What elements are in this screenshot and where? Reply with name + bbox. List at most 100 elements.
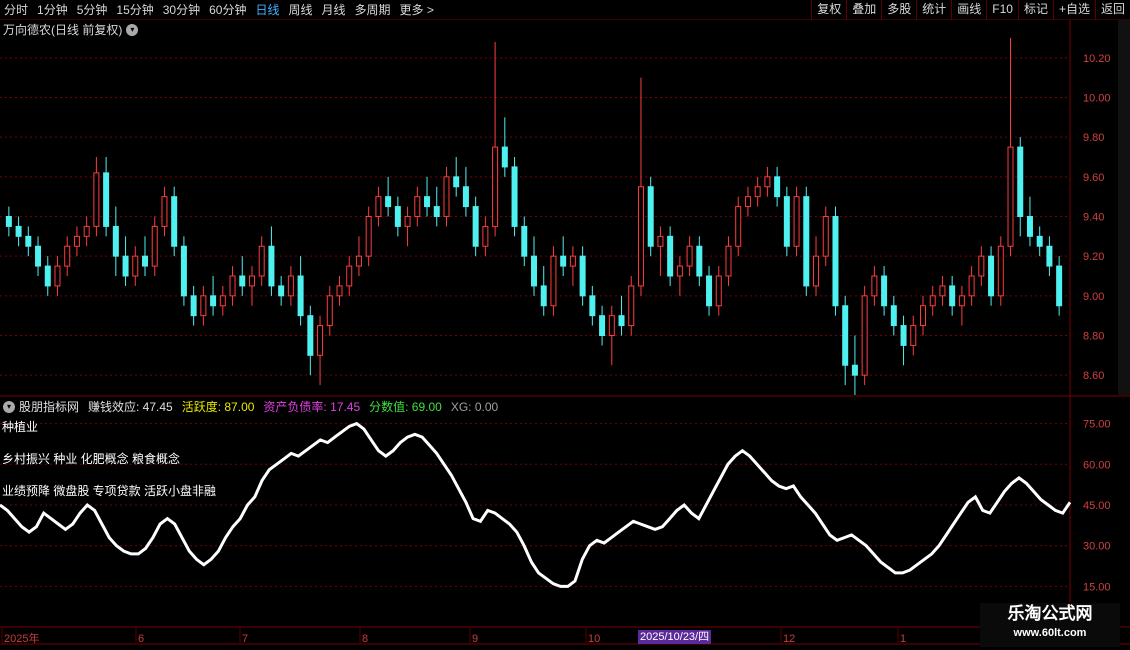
candle-body (735, 206, 742, 247)
candle-body (1046, 245, 1053, 267)
candle-body (472, 206, 479, 247)
candle-body (676, 265, 683, 277)
toolbar-button[interactable]: 标记 (1017, 0, 1053, 20)
candle-body (540, 285, 547, 307)
candle-body (424, 196, 431, 208)
candle-body (803, 196, 810, 287)
candle-body (521, 225, 528, 257)
period-tab[interactable]: 1分钟 (37, 0, 68, 20)
period-tab[interactable]: 周线 (288, 0, 312, 20)
candle-body (910, 325, 917, 346)
period-tab[interactable]: 月线 (322, 0, 346, 20)
watermark-logo: 乐淘公式网 www.60lt.com (980, 603, 1120, 647)
toolbar-button[interactable]: 统计 (916, 0, 951, 20)
stock-title-bar: 万向德农(日线 前复权) ▾ (3, 21, 139, 38)
candle-body (501, 146, 508, 168)
candle-body (180, 245, 187, 297)
indicator-field: 活跃度: 87.00 (181, 400, 255, 414)
period-tab[interactable]: 60分钟 (209, 0, 246, 20)
candle-body (151, 225, 158, 267)
indicator-field: 分数值: 69.00 (369, 400, 442, 414)
candle-body (258, 245, 265, 277)
period-tab[interactable]: 更多 > (400, 0, 434, 20)
candle-body (5, 216, 12, 227)
toolbar-button[interactable]: 返回 (1094, 0, 1130, 20)
candle-body (599, 315, 606, 336)
candle-body (667, 235, 674, 277)
sector-line-1: 种植业 (2, 420, 39, 434)
candle-body (297, 275, 304, 317)
candle-body (842, 305, 849, 366)
candle-body (851, 364, 858, 376)
candle-body (822, 216, 829, 257)
period-tab[interactable]: 多周期 (355, 0, 391, 20)
candle-body (579, 255, 586, 297)
candle-body (83, 225, 90, 237)
candle-body (949, 285, 956, 307)
price-tick-label: 8.80 (1083, 331, 1104, 343)
candle-body (569, 255, 576, 267)
candle-body (25, 235, 32, 247)
candle-body (560, 255, 567, 267)
candle-body (414, 196, 421, 218)
date-tick-label: 8 (362, 633, 368, 645)
indicator-name: 股朋指标网 (19, 400, 80, 414)
chevron-down-icon[interactable]: ▾ (126, 23, 139, 36)
candle-body (919, 305, 926, 327)
candle-body (628, 285, 635, 327)
candle-body (900, 325, 907, 346)
candle-body (589, 295, 596, 317)
toolbar-button[interactable]: 复权 (811, 0, 846, 20)
indicator-field: 资产负债率: 17.45 (263, 400, 361, 414)
period-tab[interactable]: 日线 (255, 0, 279, 20)
date-cursor-label: 2025/10/23/四 (638, 630, 712, 644)
candle-body (239, 275, 246, 287)
stock-title: 万向德农(日线 前复权) (3, 23, 123, 37)
candle-body (511, 166, 518, 227)
watermark-title: 乐淘公式网 (1007, 604, 1093, 624)
candle-body (1007, 146, 1014, 247)
candle-body (132, 255, 139, 277)
candle-body (394, 206, 401, 227)
candle-body (404, 216, 411, 227)
candle-body (443, 176, 450, 217)
candle-body (939, 285, 946, 297)
chart-area[interactable]: 10.20 10.00 9.80 9.60 9.40 9.20 9.00 8.80 8.60 75… (0, 0, 1130, 650)
candle-body (978, 255, 985, 277)
candle-body (793, 196, 800, 247)
toolbar-button[interactable]: F10 (986, 0, 1018, 20)
indicator-tick-label: 30.00 (1083, 541, 1111, 553)
candle-body (764, 176, 771, 188)
toolbar-button[interactable]: 画线 (951, 0, 986, 20)
candle-body (706, 275, 713, 307)
candle-body (832, 216, 839, 307)
candle-body (278, 285, 285, 297)
period-tab[interactable]: 15分钟 (116, 0, 153, 20)
toolbar-button[interactable]: 叠加 (846, 0, 881, 20)
candle-body (754, 186, 761, 198)
toolbar-button[interactable]: +自选 (1052, 0, 1095, 20)
toolbar-button[interactable]: 多股 (881, 0, 916, 20)
period-tab[interactable]: 30分钟 (163, 0, 200, 20)
indicator-tick-label: 45.00 (1083, 500, 1111, 512)
indicator-field: 赚钱效应: 47.45 (88, 400, 173, 414)
indicator-header: ▾ 股朋指标网 赚钱效应: 47.45 活跃度: 87.00 资产负债率: 17.4… (3, 398, 503, 415)
chevron-down-icon[interactable]: ▾ (3, 400, 15, 413)
candle-body (54, 265, 61, 287)
candle-body (73, 235, 80, 247)
price-tick-label: 10.00 (1083, 93, 1111, 105)
kline-chart[interactable]: 10.2010.009.809.609.409.209.008.808.6075… (0, 0, 1130, 650)
period-tab[interactable]: 5分钟 (77, 0, 108, 20)
price-tick-label: 9.80 (1083, 132, 1104, 144)
candle-body (531, 255, 537, 287)
candle-body (813, 255, 820, 287)
candle-body (550, 255, 557, 307)
candle-body (93, 172, 100, 227)
candle-body (112, 225, 119, 257)
candle-body (1056, 265, 1063, 307)
date-tick-label: 12 (783, 633, 795, 645)
candle-body (219, 295, 226, 307)
period-tab[interactable]: 分时 (4, 0, 28, 20)
price-tick-label: 9.20 (1083, 251, 1104, 263)
side-panel-strip (1118, 20, 1130, 395)
